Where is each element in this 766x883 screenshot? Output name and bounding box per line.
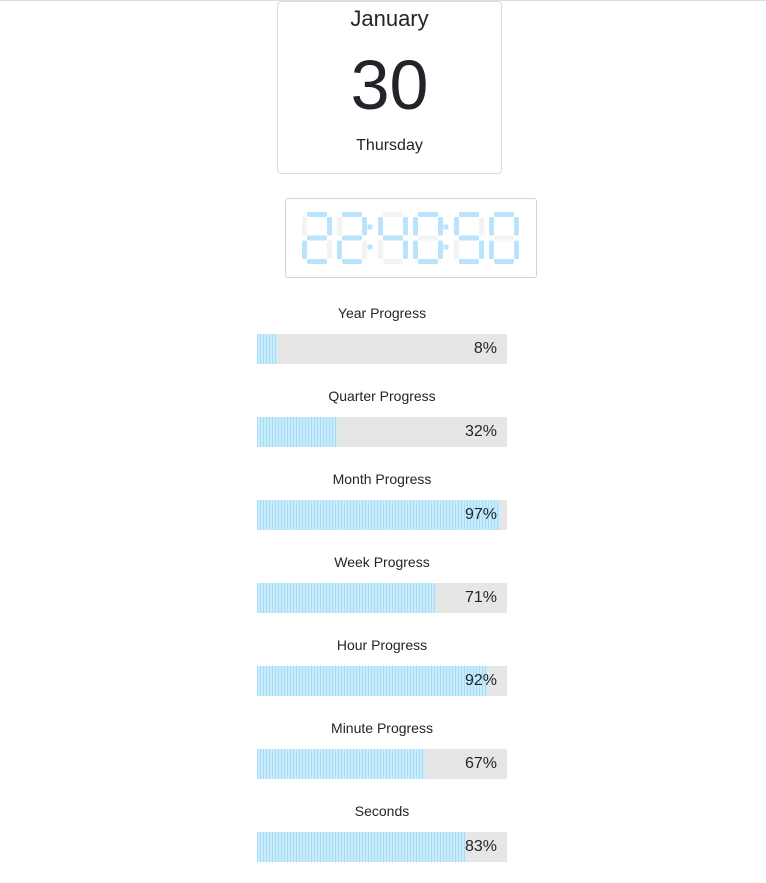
clock-digit-segment (362, 240, 367, 259)
clock-colon-dot (443, 224, 449, 230)
clock-digit-segment (302, 217, 307, 236)
date-card: January 30 Thursday (277, 1, 502, 174)
clock-digit-segment (418, 235, 438, 241)
day-number: 30 (350, 46, 429, 124)
clock-digit-segment (479, 217, 484, 236)
clock-digit-segment (307, 259, 327, 264)
progress-fill (257, 749, 425, 779)
clock-digit-segment (413, 240, 418, 259)
clock-digit-segment (403, 240, 408, 259)
progress-track: 83% (257, 832, 507, 862)
clock-digit-segment (514, 217, 519, 236)
clock-digit-segment (459, 212, 479, 217)
progress-label: Year Progress (337, 305, 427, 321)
progress-label: Week Progress (334, 554, 430, 570)
clock-digit-segment (494, 235, 514, 241)
clock-digit-segment (489, 217, 494, 236)
digital-clock (285, 198, 537, 278)
progress-fill (257, 417, 337, 447)
progress-value: 32% (464, 423, 497, 440)
progress-fill (257, 832, 465, 862)
clock-digit-segment (454, 240, 459, 259)
clock-digit-segment (378, 240, 383, 259)
progress-week: Week Progress 71% (257, 553, 507, 613)
progress-value: 71% (464, 589, 497, 606)
weekday-label: Thursday (356, 137, 423, 154)
clock-digit-segment (479, 240, 484, 259)
clock-digit-segment (494, 212, 514, 217)
clock-colon-dot (367, 244, 373, 250)
month-label: January (350, 6, 429, 31)
progress-track: 67% (257, 749, 507, 779)
progress-track: 71% (257, 583, 507, 613)
progress-minute: Minute Progress 67% (257, 719, 507, 779)
progress-track: 32% (257, 417, 507, 447)
clock-digit-segment (327, 240, 332, 259)
progress-value: 97% (464, 506, 497, 523)
clock-digit-segment (302, 240, 307, 259)
clock-digit-segment (403, 217, 408, 236)
clock-digit-segment (383, 212, 403, 217)
clock-digit-segment (489, 240, 494, 259)
clock-digit-segment (494, 259, 514, 264)
progress-fill (257, 334, 277, 364)
progress-value: 83% (464, 838, 497, 855)
clock-digit-segment (383, 259, 403, 264)
clock-digit-segment (418, 259, 438, 264)
clock-digit-segment (438, 240, 443, 259)
progress-fill (257, 583, 435, 613)
progress-fill (257, 500, 500, 530)
progress-label: Quarter Progress (328, 388, 436, 404)
clock-digit-segment (342, 235, 362, 241)
clock-digit-segment (418, 212, 438, 217)
clock-digit-segment (337, 217, 342, 236)
progress-label: Month Progress (332, 471, 432, 487)
clock-digit-segment (438, 217, 443, 236)
clock-digit-segment (342, 212, 362, 217)
clock-digit-segment (378, 217, 383, 236)
progress-value: 92% (464, 672, 497, 689)
clock-digit-segment (454, 217, 459, 236)
progress-track: 92% (257, 666, 507, 696)
progress-label: Hour Progress (336, 637, 428, 653)
clock-digit-segment (327, 217, 332, 236)
clock-colon-dot (443, 244, 449, 250)
clock-digit-segment (459, 259, 479, 264)
clock-digit-segment (413, 217, 418, 236)
clock-digit-segment (342, 259, 362, 264)
clock-digit-segment (307, 212, 327, 217)
progress-hour: Hour Progress 92% (257, 636, 507, 696)
progress-month: Month Progress 97% (257, 470, 507, 530)
clock-digit-segment (307, 235, 327, 241)
progress-track: 97% (257, 500, 507, 530)
clock-digit-segment (337, 240, 342, 259)
progress-fill (257, 666, 487, 696)
progress-label: Seconds (354, 803, 410, 819)
progress-year: Year Progress 8% (257, 304, 507, 364)
digital-clock-display (302, 212, 519, 264)
progress-quarter: Quarter Progress 32% (257, 387, 507, 447)
clock-digit-segment (362, 217, 367, 236)
progress-seconds: Seconds 83% (257, 802, 507, 862)
progress-track: 8% (257, 334, 507, 364)
progress-label: Minute Progress (331, 720, 433, 736)
clock-digit-segment (514, 240, 519, 259)
progress-value: 8% (473, 340, 497, 357)
clock-digit-segment (459, 235, 479, 241)
clock-digit-segment (383, 235, 403, 241)
progress-value: 67% (464, 755, 497, 772)
clock-colon-dot (367, 224, 373, 230)
